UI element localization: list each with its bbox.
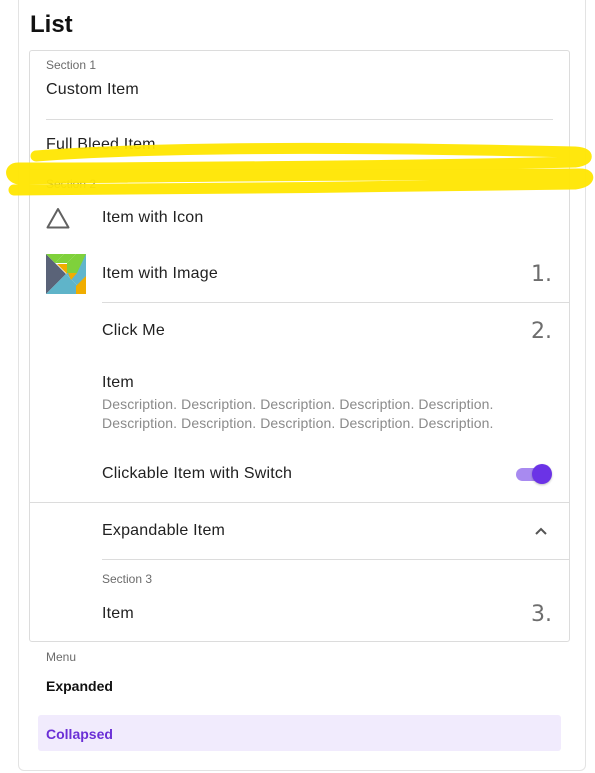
divider [102, 559, 569, 560]
custom-item: Custom Item [46, 81, 139, 98]
expandable-item[interactable]: Expandable Item [102, 522, 225, 540]
item-with-image[interactable]: Item with Image [102, 265, 218, 283]
menu-header: Menu [46, 650, 77, 664]
divider [30, 169, 569, 170]
description-line: Description. Description. Description. D… [102, 396, 494, 412]
click-me-item[interactable]: Click Me [102, 322, 165, 340]
item-with-icon[interactable]: Item with Icon [102, 209, 204, 227]
divider [30, 502, 569, 503]
menu-item-collapsed[interactable]: Collapsed [46, 726, 113, 742]
section-1-header: Section 1 [46, 58, 97, 72]
elm-logo-image [46, 254, 86, 294]
divider [102, 302, 569, 303]
switch-thumb [532, 464, 552, 484]
item-number: 1. [531, 262, 552, 287]
chevron-up-icon[interactable] [533, 524, 549, 536]
item-number: 3. [531, 602, 552, 627]
description-item-title: Item [102, 374, 134, 391]
switch-item-label[interactable]: Clickable Item with Switch [102, 465, 292, 483]
section-2-header: Section 2 [46, 177, 97, 191]
menu-item-expanded[interactable]: Expanded [46, 678, 113, 694]
divider [46, 119, 553, 120]
menu-item-collapsed-bg[interactable] [38, 715, 561, 751]
section-3-header: Section 3 [102, 572, 153, 586]
item-number: 2. [531, 319, 552, 344]
page-title: List [30, 11, 73, 38]
triangle-outline-icon [46, 207, 70, 229]
toggle-switch[interactable] [515, 463, 553, 485]
full-bleed-item: Full Bleed Item [46, 136, 156, 153]
description-line: Description. Description. Description. D… [102, 415, 494, 431]
section-3-item[interactable]: Item [102, 605, 134, 623]
